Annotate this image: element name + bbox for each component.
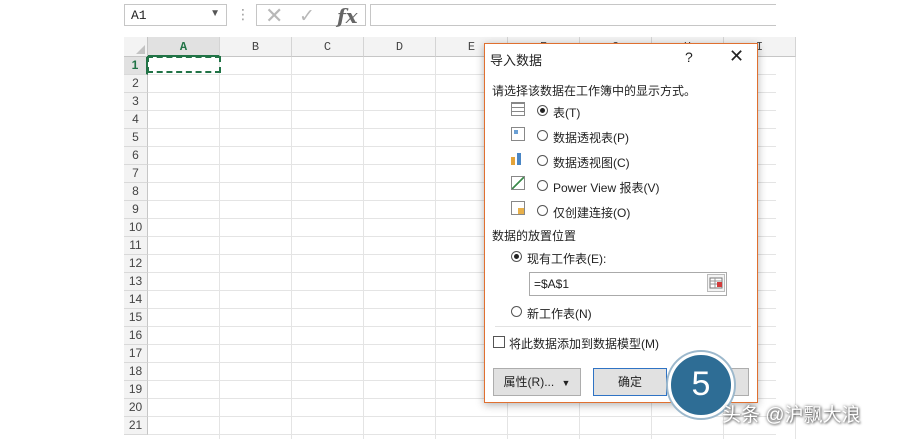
more-icon: ⋮: [236, 6, 250, 22]
column-header[interactable]: C: [292, 37, 364, 57]
name-box-value: A1: [131, 8, 147, 23]
row-header[interactable]: 11: [124, 237, 148, 255]
row-header[interactable]: 4: [124, 111, 148, 129]
divider: [495, 326, 751, 327]
row-header[interactable]: 5: [124, 129, 148, 147]
data-model-checkbox[interactable]: [493, 336, 505, 348]
help-icon[interactable]: ?: [685, 49, 693, 65]
ok-button[interactable]: 确定: [593, 368, 667, 396]
range-picker-icon[interactable]: [707, 274, 725, 292]
formula-input[interactable]: [370, 4, 776, 26]
dialog-title: 导入数据: [490, 53, 543, 68]
gridline: [219, 57, 220, 439]
gridline: [795, 57, 796, 439]
radio-table[interactable]: [537, 105, 548, 116]
radio-connection-only[interactable]: [537, 205, 548, 216]
radio-new-sheet[interactable]: [511, 306, 522, 317]
radio-existing-sheet[interactable]: [511, 251, 522, 262]
row-header[interactable]: 7: [124, 165, 148, 183]
column-header[interactable]: D: [364, 37, 436, 57]
power-view-icon: [511, 176, 525, 190]
option-table-label: 表(T): [553, 106, 581, 120]
row-header[interactable]: 10: [124, 219, 148, 237]
active-cell-a1[interactable]: [147, 56, 221, 73]
formula-buttons: ✕ ✓ fx: [256, 3, 366, 29]
option-connection-only-label: 仅创建连接(O): [553, 206, 631, 220]
pivot-table-icon: [511, 127, 525, 141]
table-icon: [511, 102, 525, 116]
reference-value: =$A$1: [534, 277, 570, 291]
pivot-chart-icon: [511, 151, 525, 165]
connection-icon: [511, 201, 525, 215]
dialog-prompt: 请选择该数据在工作簿中的显示方式。: [492, 84, 697, 98]
row-header[interactable]: 2: [124, 75, 148, 93]
option-pivot-table-label: 数据透视表(P): [553, 131, 629, 145]
close-icon[interactable]: ✕: [729, 46, 744, 67]
cancel-icon[interactable]: ✕: [265, 3, 283, 29]
properties-button[interactable]: 属性(R)... ▼: [493, 368, 581, 396]
chevron-down-icon[interactable]: ▼: [210, 8, 220, 19]
gridline: [148, 434, 776, 435]
row-header[interactable]: 14: [124, 291, 148, 309]
properties-button-label: 属性(R)...: [503, 375, 555, 389]
enter-icon[interactable]: ✓: [299, 5, 315, 28]
row-header[interactable]: 20: [124, 399, 148, 417]
name-box[interactable]: A1 ▼: [124, 4, 227, 26]
dropdown-arrow-icon: ▼: [561, 378, 571, 388]
row-header[interactable]: 16: [124, 327, 148, 345]
option-pivot-chart-label: 数据透视图(C): [553, 156, 630, 170]
row-header[interactable]: 13: [124, 273, 148, 291]
row-header[interactable]: 18: [124, 363, 148, 381]
row-header[interactable]: 19: [124, 381, 148, 399]
reference-input[interactable]: =$A$1: [529, 272, 727, 296]
row-header[interactable]: 9: [124, 201, 148, 219]
radio-power-view[interactable]: [537, 180, 548, 191]
data-model-label: 将此数据添加到数据模型(M): [509, 337, 659, 351]
row-header[interactable]: 3: [124, 93, 148, 111]
radio-pivot-table[interactable]: [537, 130, 548, 141]
row-header[interactable]: 15: [124, 309, 148, 327]
row-header[interactable]: 12: [124, 255, 148, 273]
row-header[interactable]: 17: [124, 345, 148, 363]
gridline: [363, 57, 364, 439]
insert-function-icon[interactable]: fx: [337, 4, 358, 28]
option-power-view-label: Power View 报表(V): [553, 181, 660, 195]
row-header[interactable]: 6: [124, 147, 148, 165]
column-header[interactable]: A: [148, 37, 220, 57]
new-sheet-label: 新工作表(N): [527, 307, 592, 321]
select-all-button[interactable]: [124, 37, 148, 57]
placement-heading: 数据的放置位置: [492, 229, 577, 243]
watermark: 头条 @沪飘大浪: [722, 405, 861, 426]
existing-sheet-label: 现有工作表(E):: [527, 252, 607, 266]
import-data-dialog: 导入数据 ? ✕ 请选择该数据在工作簿中的显示方式。 表(T) 数据透视表(P)…: [484, 43, 758, 403]
row-header[interactable]: 8: [124, 183, 148, 201]
radio-pivot-chart[interactable]: [537, 155, 548, 166]
row-header[interactable]: 1: [124, 57, 148, 75]
column-header[interactable]: B: [220, 37, 292, 57]
gridline: [148, 416, 776, 417]
gridline: [291, 57, 292, 439]
row-header[interactable]: 21: [124, 417, 148, 435]
gridline: [435, 57, 436, 439]
